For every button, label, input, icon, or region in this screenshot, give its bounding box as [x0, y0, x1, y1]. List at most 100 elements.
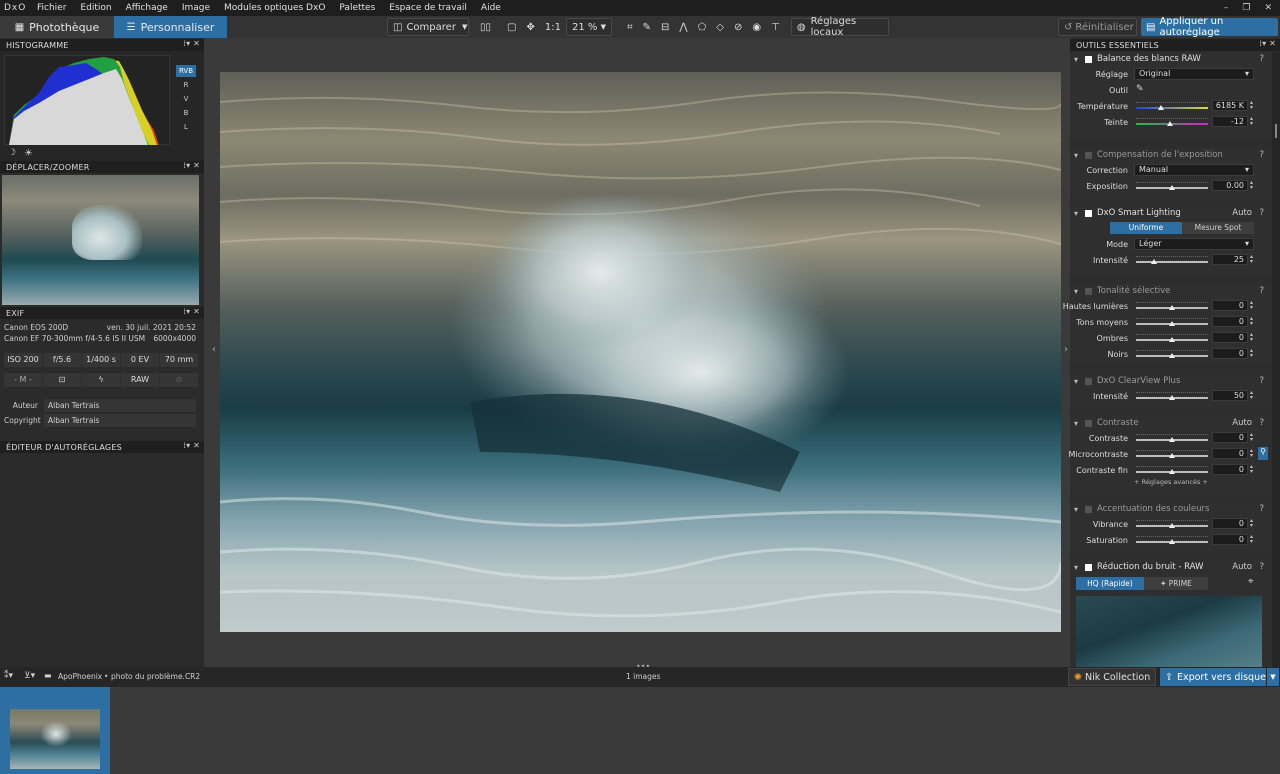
noise-auto[interactable]: Auto: [1232, 562, 1252, 572]
tab-photothèque[interactable]: ▦ Photothèque: [0, 16, 114, 38]
navigator-thumbnail[interactable]: [2, 175, 199, 305]
channel-b[interactable]: B: [176, 109, 196, 117]
apply-preset-button[interactable]: ▤ Appliquer un autoréglage: [1141, 16, 1278, 38]
collapse-icon[interactable]: ▾: [1074, 151, 1082, 160]
sort-icon[interactable]: ⁑▾: [4, 671, 13, 681]
hq-button[interactable]: HQ (Rapide): [1076, 577, 1144, 590]
slider-knob[interactable]: [1169, 539, 1175, 544]
channel-l[interactable]: L: [176, 123, 196, 131]
slider-knob[interactable]: [1169, 523, 1175, 528]
help-icon[interactable]: ?: [1259, 286, 1264, 296]
smart-intensity-spinner[interactable]: ▴ ▾: [1250, 254, 1257, 265]
saturation-value[interactable]: 0: [1212, 534, 1248, 545]
nik-collection-button[interactable]: ✺ Nik Collection: [1068, 668, 1156, 686]
minimize-icon[interactable]: –: [1224, 3, 1229, 13]
clearview-value[interactable]: 50: [1212, 390, 1248, 401]
zoom-select[interactable]: 21 % ▼: [565, 18, 612, 36]
moon-icon[interactable]: ☽: [8, 148, 16, 158]
collapse-icon[interactable]: ▾: [1074, 55, 1082, 64]
channel-v[interactable]: V: [176, 95, 196, 103]
slider-knob[interactable]: [1158, 105, 1165, 110]
slider-knob[interactable]: [1169, 437, 1175, 442]
collapse-left-icon[interactable]: ‹: [212, 344, 216, 355]
slider-knob[interactable]: [1169, 353, 1175, 358]
wb-header[interactable]: ▾ Balance des blancs RAW?: [1070, 52, 1272, 66]
slider-knob[interactable]: [1169, 305, 1175, 310]
export-dropdown-icon[interactable]: ▼: [1267, 668, 1279, 686]
menu-workspace[interactable]: Espace de travail: [382, 3, 474, 13]
filter-icon[interactable]: ⊻▾: [24, 671, 35, 681]
menu-affichage[interactable]: Affichage: [119, 3, 175, 13]
contrast-value[interactable]: 0: [1212, 432, 1248, 443]
author-field[interactable]: Alban Tertrais: [44, 399, 196, 412]
flag-icon[interactable]: ⊤: [766, 18, 785, 36]
help-icon[interactable]: ?: [1259, 376, 1264, 386]
contrast-auto[interactable]: Auto: [1232, 418, 1252, 428]
color-header[interactable]: ▾ Accentuation des couleurs?: [1070, 502, 1272, 516]
fine-contrast-value[interactable]: 0: [1212, 464, 1248, 475]
smart-intensity-slider[interactable]: [1136, 256, 1208, 264]
exposure-header[interactable]: ▾ Compensation de l'exposition?: [1070, 148, 1272, 162]
close-icon[interactable]: ✕: [1264, 3, 1272, 13]
tonality-enable-checkbox[interactable]: [1085, 287, 1092, 295]
fine-contrast-slider[interactable]: [1136, 466, 1208, 474]
slider-knob[interactable]: [1169, 469, 1175, 474]
shadows-slider[interactable]: [1136, 334, 1208, 342]
spot-button[interactable]: Mesure Spot: [1182, 222, 1254, 234]
perspective-8pt-icon[interactable]: ⬠: [693, 18, 712, 36]
sun-icon[interactable]: ☀: [24, 148, 33, 159]
collapse-icon[interactable]: ▾: [1074, 505, 1082, 514]
panel-controls-icon[interactable]: ⁞▾ ✕: [1259, 39, 1276, 48]
panel-controls-icon[interactable]: ⁞▾ ✕: [183, 441, 200, 450]
menu-edition[interactable]: Edition: [73, 3, 118, 13]
panel-controls-icon[interactable]: ⁞▾ ✕: [183, 307, 200, 316]
highlights-spinner[interactable]: ▴ ▾: [1250, 300, 1257, 311]
collapse-right-icon[interactable]: ›: [1064, 344, 1068, 355]
menu-fichier[interactable]: Fichier: [30, 3, 73, 13]
temperature-value[interactable]: 6185 K: [1212, 100, 1248, 111]
midtones-value[interactable]: 0: [1212, 316, 1248, 327]
thumbnail-image[interactable]: [10, 709, 100, 769]
vibrance-slider[interactable]: [1136, 520, 1208, 528]
help-icon[interactable]: ?: [1259, 54, 1264, 64]
contrast-header[interactable]: ▾ Contraste Auto?: [1070, 416, 1272, 430]
fit-icon[interactable]: ▢: [502, 18, 521, 36]
help-icon[interactable]: ?: [1259, 504, 1264, 514]
tonality-header[interactable]: ▾ Tonalité sélective?: [1070, 284, 1272, 298]
blacks-spinner[interactable]: ▴ ▾: [1250, 348, 1257, 359]
collapse-icon[interactable]: ▾: [1074, 419, 1082, 428]
smart-intensity-value[interactable]: 25: [1212, 254, 1248, 265]
temperature-spinner[interactable]: ▴ ▾: [1250, 100, 1257, 111]
exposure-spinner[interactable]: ▴ ▾: [1250, 180, 1257, 191]
slider-knob[interactable]: [1169, 185, 1175, 190]
tab-personnaliser[interactable]: ☰ Personnaliser: [114, 16, 227, 38]
clearview-slider[interactable]: [1136, 392, 1208, 400]
color-enable-checkbox[interactable]: [1085, 505, 1092, 513]
vibrance-spinner[interactable]: ▴ ▾: [1250, 518, 1257, 529]
wb-enable-checkbox[interactable]: [1085, 55, 1092, 63]
eye-icon[interactable]: ◉: [747, 18, 766, 36]
collapse-icon[interactable]: ▾: [1074, 563, 1082, 572]
smart-lighting-enable-checkbox[interactable]: [1085, 209, 1092, 217]
contrast-enable-checkbox[interactable]: [1085, 419, 1092, 427]
reset-button[interactable]: ↺ Réinitialiser: [1058, 18, 1137, 36]
midtones-spinner[interactable]: ▴ ▾: [1250, 316, 1257, 327]
right-scrollbar[interactable]: [1272, 52, 1280, 667]
main-photo[interactable]: [220, 72, 1061, 632]
help-icon[interactable]: ?: [1259, 418, 1264, 428]
contrast-slider[interactable]: [1136, 434, 1208, 442]
clearview-enable-checkbox[interactable]: [1085, 377, 1092, 385]
eyedropper-icon[interactable]: ✎: [638, 18, 656, 36]
menu-modules[interactable]: Modules optiques DxO: [217, 3, 332, 13]
slider-knob[interactable]: [1166, 121, 1173, 126]
smart-lighting-header[interactable]: ▾ DxO Smart Lighting Auto?: [1070, 206, 1272, 220]
smart-lighting-auto[interactable]: Auto: [1232, 208, 1252, 218]
advanced-settings-link[interactable]: + Réglages avancés +: [1070, 478, 1272, 486]
menu-image[interactable]: Image: [175, 3, 217, 13]
image-viewer[interactable]: ‹ ›: [204, 38, 1070, 671]
panel-controls-icon[interactable]: ⁞▾ ✕: [183, 161, 200, 170]
menu-aide[interactable]: Aide: [474, 3, 508, 13]
blacks-slider[interactable]: [1136, 350, 1208, 358]
saturation-slider[interactable]: [1136, 536, 1208, 544]
crop-icon[interactable]: ⌗: [622, 18, 638, 36]
